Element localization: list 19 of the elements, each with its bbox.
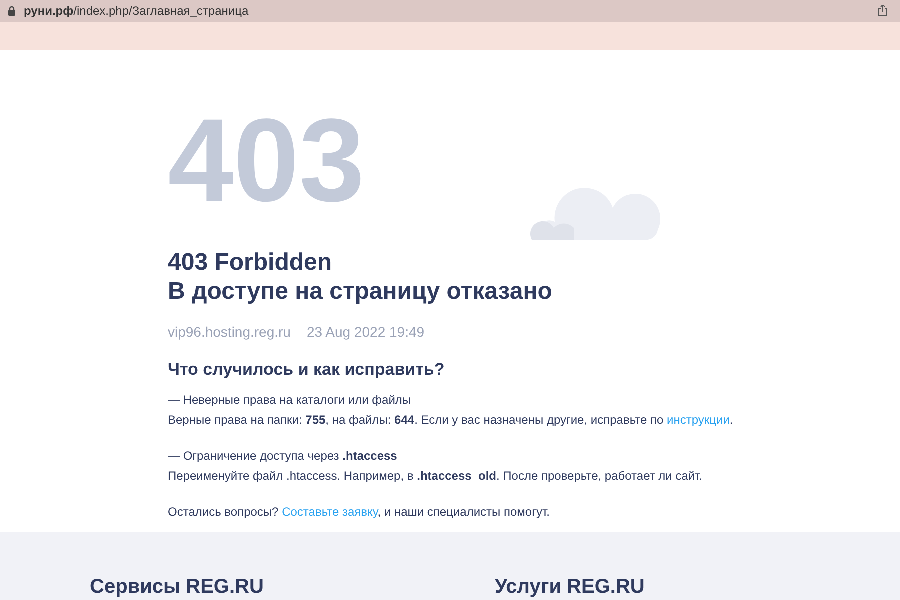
help-text: — Неверные права на каталоги или файлы <box>168 392 412 406</box>
error-code: 403 <box>168 106 365 216</box>
help-text: Переименуйте файл .htaccess. Например, в .htaccess_old. После проверьте, работает ли сайт. <box>168 468 704 482</box>
share-icon[interactable] <box>878 5 888 17</box>
help-link[interactable]: Составьте заявку <box>282 504 378 518</box>
help-text: Верные права на папки: 755, на файлы: 644. Если у вас назначены другие, исправьте по инструкции. <box>168 412 734 426</box>
lock-icon <box>8 6 16 16</box>
help-link[interactable]: инструкции <box>667 412 730 426</box>
error-date: 23 Aug 2022 19:49 <box>306 323 425 342</box>
error-title: 403 Forbidden <box>168 248 334 277</box>
help-text: Остались вопросы? Составьте заявку, и наши специалисты помогут. <box>168 504 551 518</box>
help-text: — Ограничение доступа через .htaccess <box>168 448 398 462</box>
url-text: руни.рф/index.php/Заглавная_страница <box>24 3 249 20</box>
footer-heading: Услуги REG.RU <box>495 575 646 600</box>
error-subtitle: В доступе на страницу отказано <box>168 277 554 306</box>
host-name: vip96.hosting.reg.ru <box>168 323 291 342</box>
help-heading: Что случилось и как исправить? <box>168 359 446 381</box>
footer-heading: Сервисы REG.RU <box>90 575 265 600</box>
address-bar[interactable]: руни.рф/index.php/Заглавная_страница <box>0 0 900 22</box>
